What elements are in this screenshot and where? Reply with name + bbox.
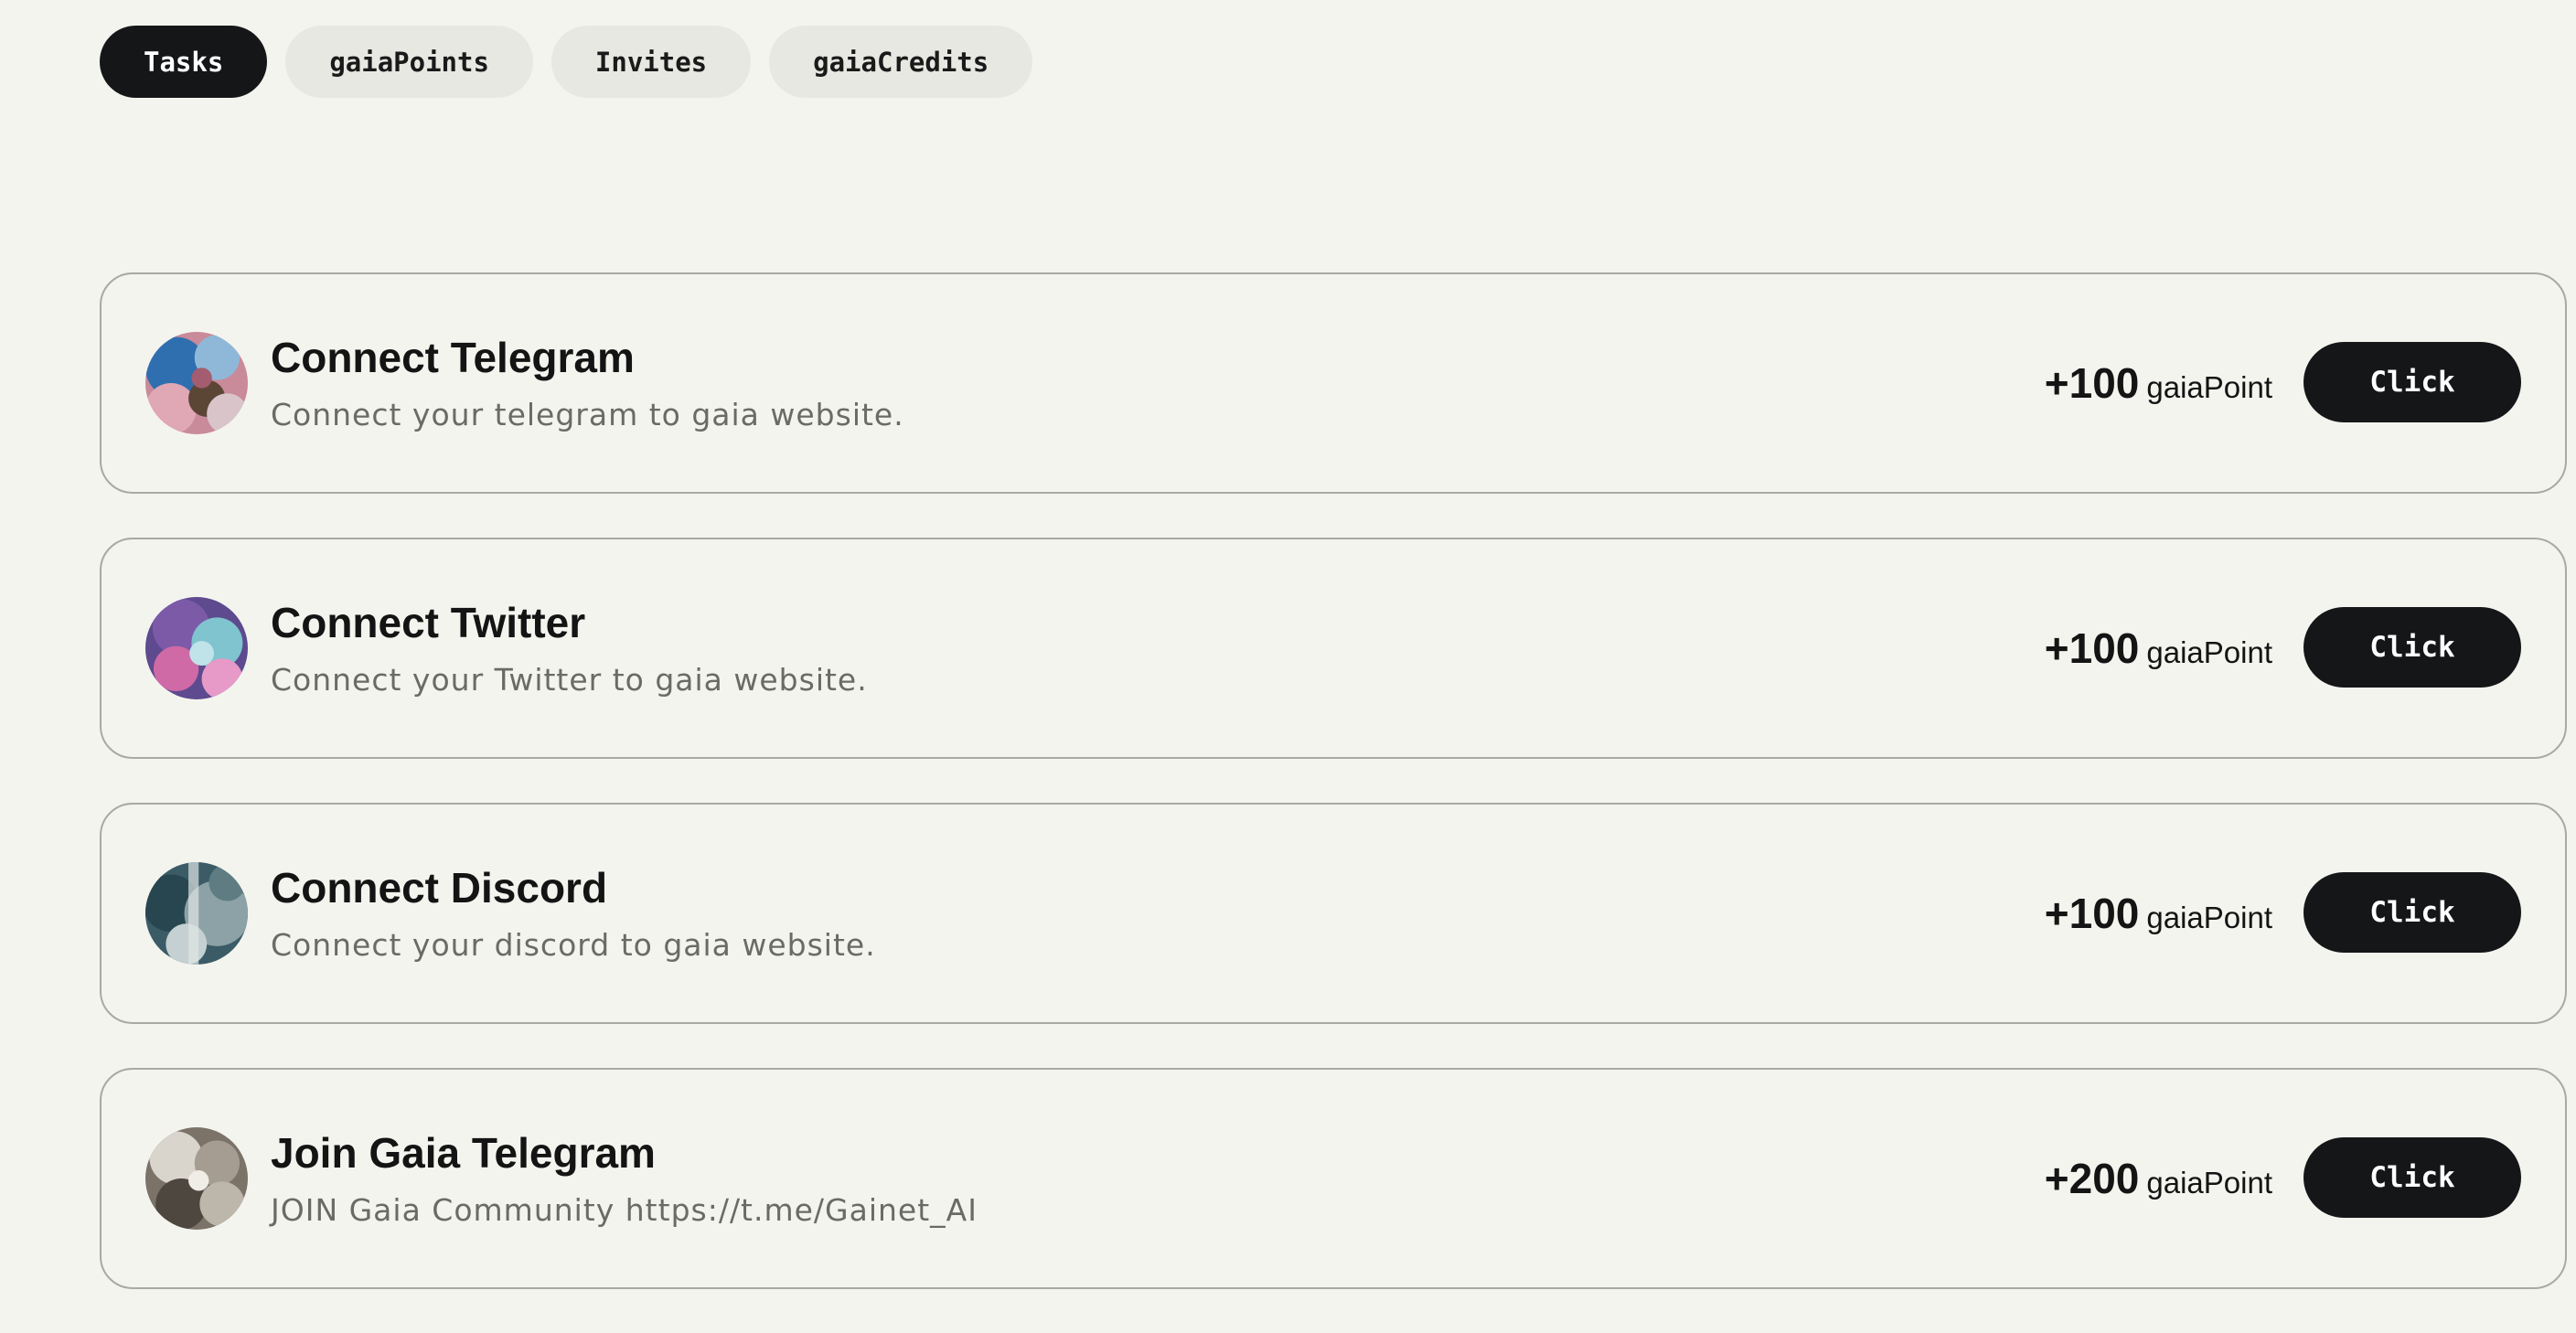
abstract-grey-texture-avatar-icon [145,1127,248,1230]
tab-invites[interactable]: Invites [550,26,752,98]
reward-unit: gaiaPoint [2146,901,2272,934]
task-reward: +100 gaiaPoint [2045,358,2272,408]
click-button[interactable]: Click [2303,607,2521,688]
task-card-connect-discord: Connect Discord Connect your discord to … [100,803,2567,1024]
task-card-connect-telegram: Connect Telegram Connect your telegram t… [100,272,2567,494]
task-reward: +200 gaiaPoint [2045,1154,2272,1203]
tab-tasks[interactable]: Tasks [100,26,268,98]
reward-unit: gaiaPoint [2146,370,2272,404]
task-reward: +100 gaiaPoint [2045,889,2272,938]
task-reward: +100 gaiaPoint [2045,624,2272,673]
task-card-connect-twitter: Connect Twitter Connect your Twitter to … [100,538,2567,759]
click-button[interactable]: Click [2303,872,2521,953]
click-button[interactable]: Click [2303,1137,2521,1218]
reward-amount: +100 [2044,359,2140,407]
reward-amount: +200 [2044,1155,2140,1202]
tab-bar: Tasks gaiaPoints Invites gaiaCredits [100,26,1033,98]
task-list: Connect Telegram Connect your telegram t… [100,272,2567,1333]
reward-amount: +100 [2044,624,2140,672]
tab-gaiacredits[interactable]: gaiaCredits [769,26,1033,98]
task-description: Connect your telegram to gaia website. [271,397,904,432]
task-title: Connect Telegram [271,334,635,381]
task-card-join-gaia-telegram: Join Gaia Telegram JOIN Gaia Community h… [100,1068,2567,1289]
abstract-pink-blue-avatar-icon [145,332,248,434]
reward-unit: gaiaPoint [2146,635,2272,669]
tab-gaiapoints[interactable]: gaiaPoints [285,26,533,98]
task-description: Connect your Twitter to gaia website. [271,662,868,698]
task-description: JOIN Gaia Community https://t.me/Gainet_… [271,1192,978,1228]
task-title: Connect Discord [271,864,608,912]
task-title: Connect Twitter [271,599,586,646]
abstract-teal-grey-avatar-icon [145,862,248,965]
task-description: Connect your discord to gaia website. [271,927,876,963]
task-title: Join Gaia Telegram [271,1129,656,1177]
abstract-purple-cyan-avatar-icon [145,597,248,699]
reward-amount: +100 [2044,890,2140,937]
click-button[interactable]: Click [2303,342,2521,422]
reward-unit: gaiaPoint [2146,1166,2272,1200]
